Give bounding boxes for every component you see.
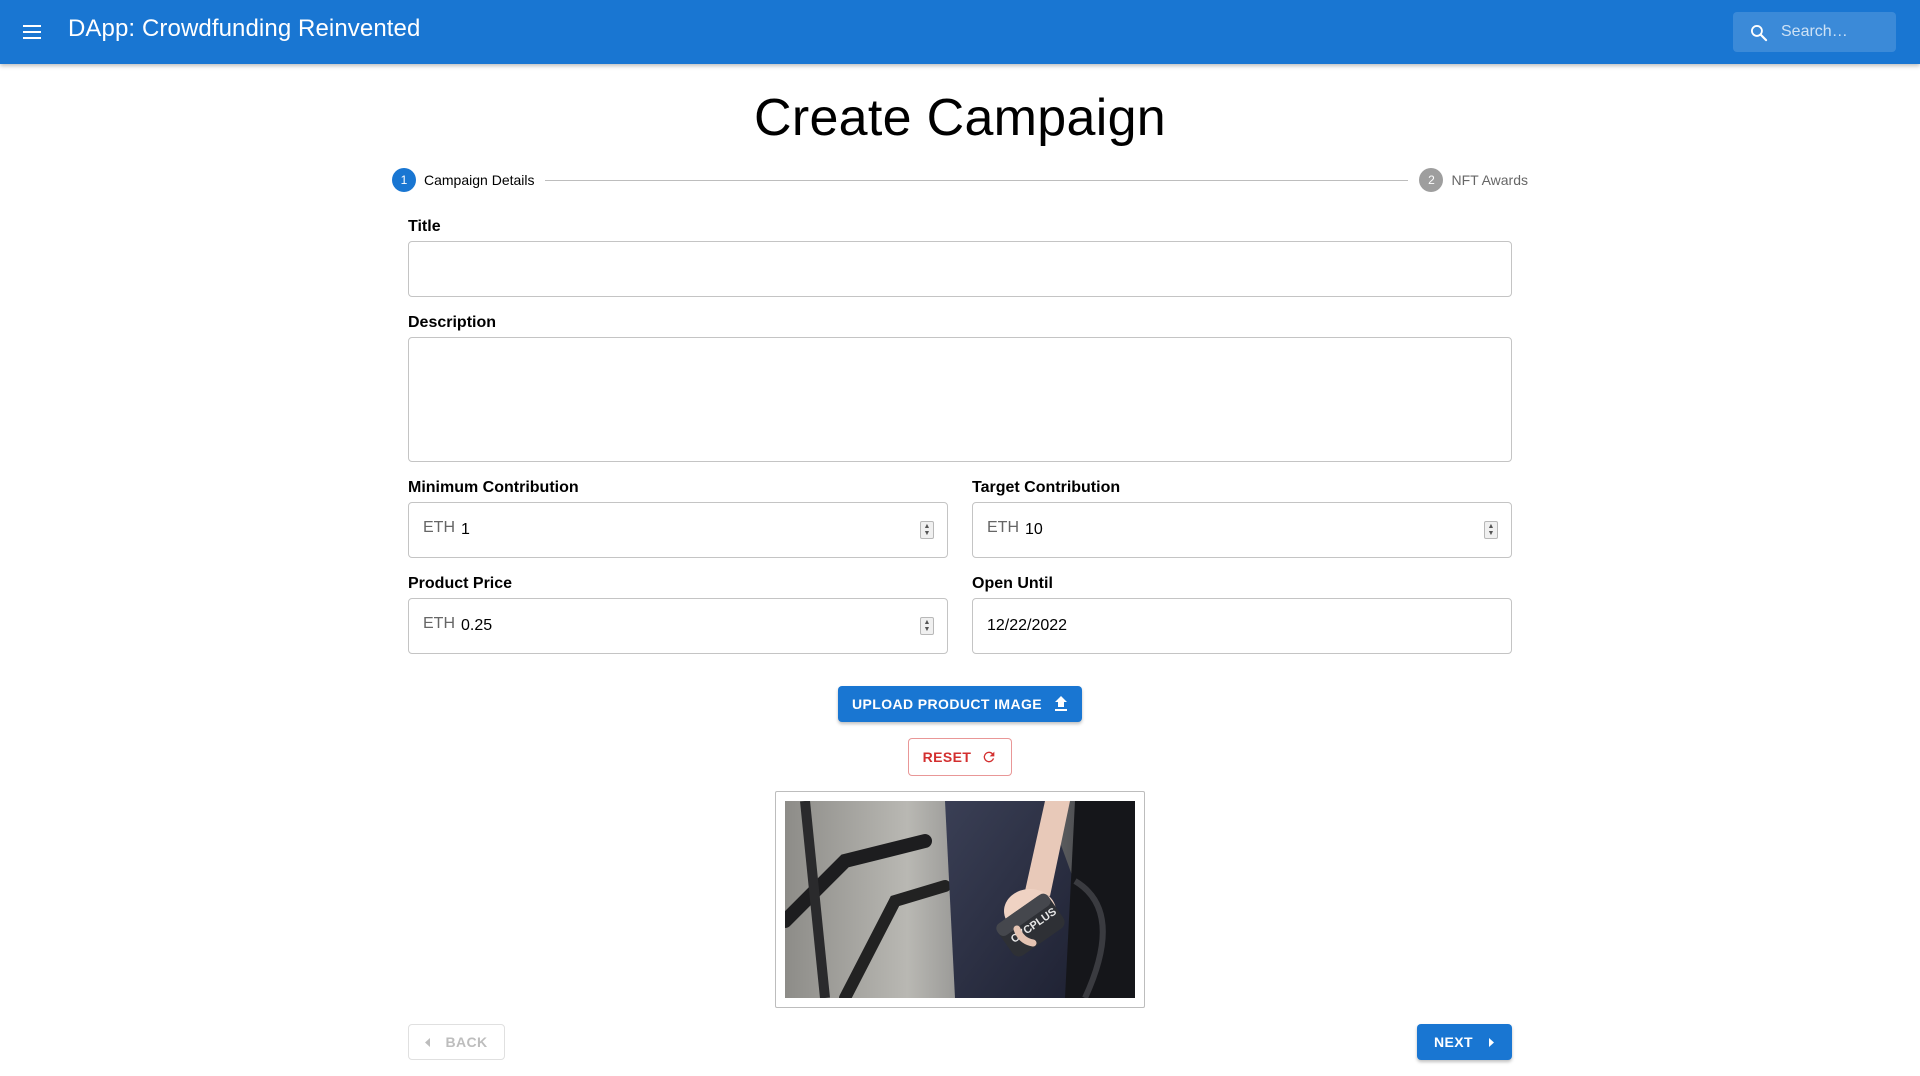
- spin-down-icon[interactable]: ▼: [924, 530, 931, 537]
- eth-unit: ETH: [423, 519, 455, 536]
- step-campaign-details: 1 Campaign Details: [392, 168, 535, 192]
- min-contribution-input[interactable]: [461, 503, 881, 557]
- product-image: CYCPLUS: [785, 801, 1135, 998]
- app-title: DApp: Crowdfunding Reinvented: [68, 15, 421, 42]
- back-button[interactable]: BACK: [408, 1024, 505, 1060]
- product-price-input[interactable]: [461, 599, 881, 653]
- target-contribution-input[interactable]: [1025, 503, 1445, 557]
- spin-up-icon[interactable]: ▲: [1488, 523, 1495, 530]
- step-number: 1: [392, 168, 416, 192]
- search-input[interactable]: [1781, 12, 1891, 52]
- back-button-label: BACK: [445, 1034, 488, 1050]
- menu-button[interactable]: [16, 16, 48, 48]
- description-label: Description: [408, 314, 497, 331]
- eth-unit: ETH: [423, 615, 455, 632]
- reset-button[interactable]: RESET: [908, 738, 1012, 776]
- number-spinner[interactable]: ▲ ▼: [1484, 521, 1498, 539]
- reset-button-label: RESET: [922, 749, 972, 765]
- next-button-label: NEXT: [1434, 1034, 1473, 1050]
- title-input[interactable]: [409, 242, 1511, 296]
- open-until-input[interactable]: [987, 599, 1487, 653]
- stepper: 1 Campaign Details 2 NFT Awards: [392, 168, 1528, 192]
- product-image-preview: CYCPLUS: [775, 791, 1145, 1008]
- number-spinner[interactable]: ▲ ▼: [920, 521, 934, 539]
- eth-unit: ETH: [987, 519, 1019, 536]
- step-label: NFT Awards: [1451, 172, 1528, 188]
- upload-product-image-button[interactable]: UPLOAD PRODUCT IMAGE: [838, 686, 1082, 722]
- description-field[interactable]: [408, 337, 1512, 462]
- spin-up-icon[interactable]: ▲: [924, 619, 931, 626]
- target-contribution-label: Target Contribution: [972, 479, 1121, 496]
- step-connector: [545, 180, 1408, 181]
- search-box[interactable]: [1733, 12, 1896, 52]
- product-price-field[interactable]: ETH ▲ ▼: [408, 598, 948, 654]
- number-spinner[interactable]: ▲ ▼: [920, 617, 934, 635]
- spin-up-icon[interactable]: ▲: [924, 523, 931, 530]
- chevron-right-icon: [1488, 1037, 1495, 1047]
- min-contribution-field[interactable]: ETH ▲ ▼: [408, 502, 948, 558]
- search-icon: [1751, 25, 1768, 42]
- title-label: Title: [408, 218, 441, 235]
- description-input[interactable]: [409, 338, 1511, 461]
- step-label: Campaign Details: [424, 172, 535, 188]
- app-bar: DApp: Crowdfunding Reinvented: [0, 0, 1920, 64]
- step-nft-awards: 2 NFT Awards: [1419, 168, 1528, 192]
- menu-icon: [23, 25, 41, 39]
- spin-down-icon[interactable]: ▼: [1488, 530, 1495, 537]
- next-button[interactable]: NEXT: [1417, 1024, 1512, 1060]
- open-until-label: Open Until: [972, 575, 1053, 592]
- product-price-label: Product Price: [408, 575, 513, 592]
- step-number: 2: [1419, 168, 1444, 192]
- chevron-left-icon: [425, 1037, 431, 1047]
- title-field[interactable]: [408, 241, 1512, 297]
- open-until-field[interactable]: [972, 598, 1512, 654]
- refresh-icon: [981, 749, 997, 765]
- min-contribution-label: Minimum Contribution: [408, 479, 579, 496]
- upload-icon: [1054, 696, 1068, 712]
- page-title: Create Campaign: [753, 89, 1167, 147]
- upload-button-label: UPLOAD PRODUCT IMAGE: [852, 696, 1042, 712]
- spin-down-icon[interactable]: ▼: [924, 626, 931, 633]
- target-contribution-field[interactable]: ETH ▲ ▼: [972, 502, 1512, 558]
